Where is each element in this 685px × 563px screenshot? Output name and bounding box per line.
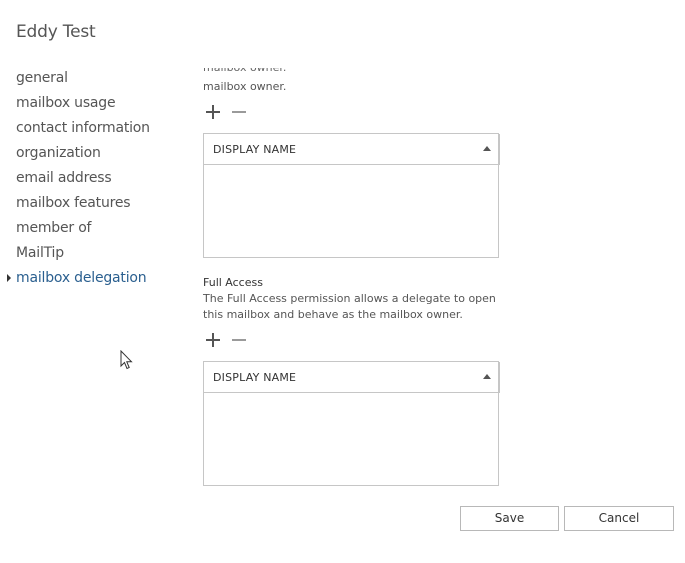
sort-ascending-icon[interactable] [483,374,491,379]
scrolled-description-fragment: mailbox owner. [203,68,503,74]
add-send-on-behalf-plus-icon[interactable] [205,104,221,120]
mouse-pointer-icon [120,350,133,370]
grid-header[interactable]: DISPLAY NAME [204,362,500,393]
save-button[interactable]: Save [460,506,559,531]
grid-body [204,393,498,485]
grid-header[interactable]: DISPLAY NAME [204,134,500,165]
remove-full-access-minus-icon[interactable] [231,332,247,348]
full-access-grid: DISPLAY NAME [203,361,500,486]
display-name-column-header: DISPLAY NAME [213,371,297,384]
full-access-title: Full Access [203,276,263,289]
sort-ascending-icon[interactable] [483,146,491,151]
clipped-description-text: mailbox owner. [203,68,503,74]
display-name-column-header: DISPLAY NAME [213,143,297,156]
send-on-behalf-description: mailbox owner. [203,80,287,93]
header-divider [499,134,500,165]
delegation-content: mailbox owner. mailbox owner. DISPLAY NA… [0,0,685,563]
grid-body [204,165,498,257]
cancel-button[interactable]: Cancel [564,506,674,531]
full-access-description-line1: The Full Access permission allows a dele… [203,292,496,305]
full-access-description-line2: this mailbox and behave as the mailbox o… [203,308,463,321]
header-divider [499,362,500,393]
send-on-behalf-grid: DISPLAY NAME [203,133,500,258]
remove-send-on-behalf-minus-icon[interactable] [231,104,247,120]
add-full-access-plus-icon[interactable] [205,332,221,348]
